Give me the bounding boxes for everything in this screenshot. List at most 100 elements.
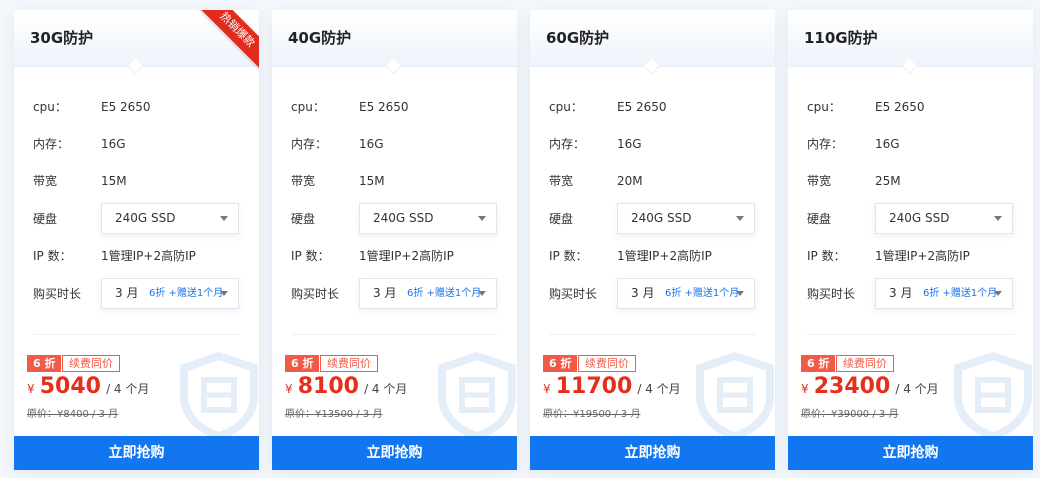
buy-now-button[interactable]: 立即抢购 (530, 436, 775, 470)
spec-cpu: cpu： E5 2650 (291, 97, 501, 117)
spec-value: 1管理IP+2高防IP (101, 249, 196, 263)
duration-promo: 6折 +赠送1个月 (923, 288, 998, 299)
spec-label: 内存： (807, 137, 844, 151)
duration-select[interactable]: 3 月 6折 +赠送1个月 (617, 278, 755, 309)
renew-same-price-tag: 续费同价 (62, 355, 120, 372)
divider (807, 334, 1014, 335)
shield-icon (438, 351, 516, 440)
spec-label: IP 数： (33, 249, 72, 263)
duration-selected-value: 3 月 (631, 286, 655, 300)
duration-selected-value: 3 月 (373, 286, 397, 300)
spec-value: 16G (359, 137, 384, 151)
original-price: 原价：¥8400 / 3 月 (27, 409, 119, 420)
spec-label: 购买时长 (549, 287, 598, 301)
original-price: 原价：¥39000 / 3 月 (801, 409, 899, 420)
spec-value: 1管理IP+2高防IP (617, 249, 712, 263)
spec-value: 15M (101, 174, 127, 188)
spec-label: 带宽 (291, 174, 316, 188)
original-price: 原价：¥13500 / 3 月 (285, 409, 383, 420)
spec-value: 20M (617, 174, 643, 188)
buy-now-button[interactable]: 立即抢购 (14, 436, 259, 470)
buy-now-button[interactable]: 立即抢购 (788, 436, 1033, 470)
spec-label: 购买时长 (33, 287, 82, 301)
spec-label: cpu： (291, 100, 325, 114)
chevron-down-icon (220, 291, 228, 296)
renew-same-price-tag: 续费同价 (836, 355, 894, 372)
duration-select[interactable]: 3 月 6折 +赠送1个月 (875, 278, 1013, 309)
plan-card-60g: 60G防护 cpu： E5 2650 内存： 16G 带宽 20M 硬盘 240… (530, 10, 775, 470)
spec-value: 16G (617, 137, 642, 151)
spec-ip: IP 数： 1管理IP+2高防IP (549, 246, 759, 266)
duration-select[interactable]: 3 月 6折 +赠送1个月 (359, 278, 497, 309)
discount-tag: 6 折 (543, 355, 578, 372)
disk-select[interactable]: 240G SSD (101, 203, 239, 234)
price-row: ¥ 11700 / 4 个月 (543, 374, 681, 402)
spec-label: 带宽 (807, 174, 832, 188)
plan-title: 110G防护 (804, 29, 878, 47)
price-value: 5040 (39, 374, 101, 399)
spec-label: 带宽 (33, 174, 58, 188)
buy-now-button[interactable]: 立即抢购 (272, 436, 517, 470)
duration-promo: 6折 +赠送1个月 (149, 288, 224, 299)
shield-icon (696, 351, 774, 440)
card-header: 40G防护 (272, 10, 517, 67)
disk-selected-value: 240G SSD (889, 211, 950, 225)
spec-label: 带宽 (549, 174, 574, 188)
plan-title: 40G防护 (288, 29, 352, 47)
spec-label: 购买时长 (291, 287, 340, 301)
price-row: ¥ 8100 / 4 个月 (285, 374, 407, 402)
spec-value: 25M (875, 174, 901, 188)
spec-memory: 内存： 16G (33, 134, 243, 154)
plan-card-30g: 30G防护 热销爆款 cpu： E5 2650 内存： 16G 带宽 15M 硬… (14, 10, 259, 470)
disk-select[interactable]: 240G SSD (617, 203, 755, 234)
spec-ip: IP 数： 1管理IP+2高防IP (291, 246, 501, 266)
disk-selected-value: 240G SSD (373, 211, 434, 225)
spec-label: IP 数： (291, 249, 330, 263)
spec-label: 内存： (291, 137, 328, 151)
duration-promo: 6折 +赠送1个月 (665, 288, 740, 299)
chevron-down-icon (478, 291, 486, 296)
disk-selected-value: 240G SSD (115, 211, 176, 225)
spec-label: 硬盘 (549, 212, 574, 226)
disk-select[interactable]: 240G SSD (875, 203, 1013, 234)
discount-tag: 6 折 (285, 355, 320, 372)
divider (291, 334, 498, 335)
currency-symbol: ¥ (801, 382, 809, 396)
plan-title: 60G防护 (546, 29, 610, 47)
spec-label: cpu： (549, 100, 583, 114)
duration-select[interactable]: 3 月 6折 +赠送1个月 (101, 278, 239, 309)
spec-label: 内存： (549, 137, 586, 151)
chevron-down-icon (220, 216, 228, 221)
spec-cpu: cpu： E5 2650 (549, 97, 759, 117)
spec-cpu: cpu： E5 2650 (807, 97, 1017, 117)
spec-value: 1管理IP+2高防IP (359, 249, 454, 263)
currency-symbol: ¥ (285, 382, 293, 396)
card-header: 60G防护 (530, 10, 775, 67)
spec-value: 16G (101, 137, 126, 151)
price-row: ¥ 5040 / 4 个月 (27, 374, 149, 402)
spec-bandwidth: 带宽 15M (33, 171, 243, 191)
spec-label: 内存： (33, 137, 70, 151)
spec-label: IP 数： (549, 249, 588, 263)
price-row: ¥ 23400 / 4 个月 (801, 374, 939, 402)
spec-label: 硬盘 (291, 212, 316, 226)
duration-selected-value: 3 月 (115, 286, 139, 300)
duration-promo: 6折 +赠送1个月 (407, 288, 482, 299)
spec-bandwidth: 带宽 20M (549, 171, 759, 191)
disk-select[interactable]: 240G SSD (359, 203, 497, 234)
spec-label: IP 数： (807, 249, 846, 263)
spec-value: E5 2650 (617, 100, 667, 114)
renew-same-price-tag: 续费同价 (578, 355, 636, 372)
spec-memory: 内存： 16G (549, 134, 759, 154)
spec-ip: IP 数： 1管理IP+2高防IP (807, 246, 1017, 266)
chevron-down-icon (478, 216, 486, 221)
chevron-down-icon (736, 291, 744, 296)
price-value: 8100 (297, 374, 359, 399)
spec-bandwidth: 带宽 15M (291, 171, 501, 191)
chevron-down-icon (994, 291, 1002, 296)
spec-value: E5 2650 (875, 100, 925, 114)
spec-value: 1管理IP+2高防IP (875, 249, 970, 263)
spec-label: 硬盘 (807, 212, 832, 226)
duration-selected-value: 3 月 (889, 286, 913, 300)
divider (549, 334, 756, 335)
